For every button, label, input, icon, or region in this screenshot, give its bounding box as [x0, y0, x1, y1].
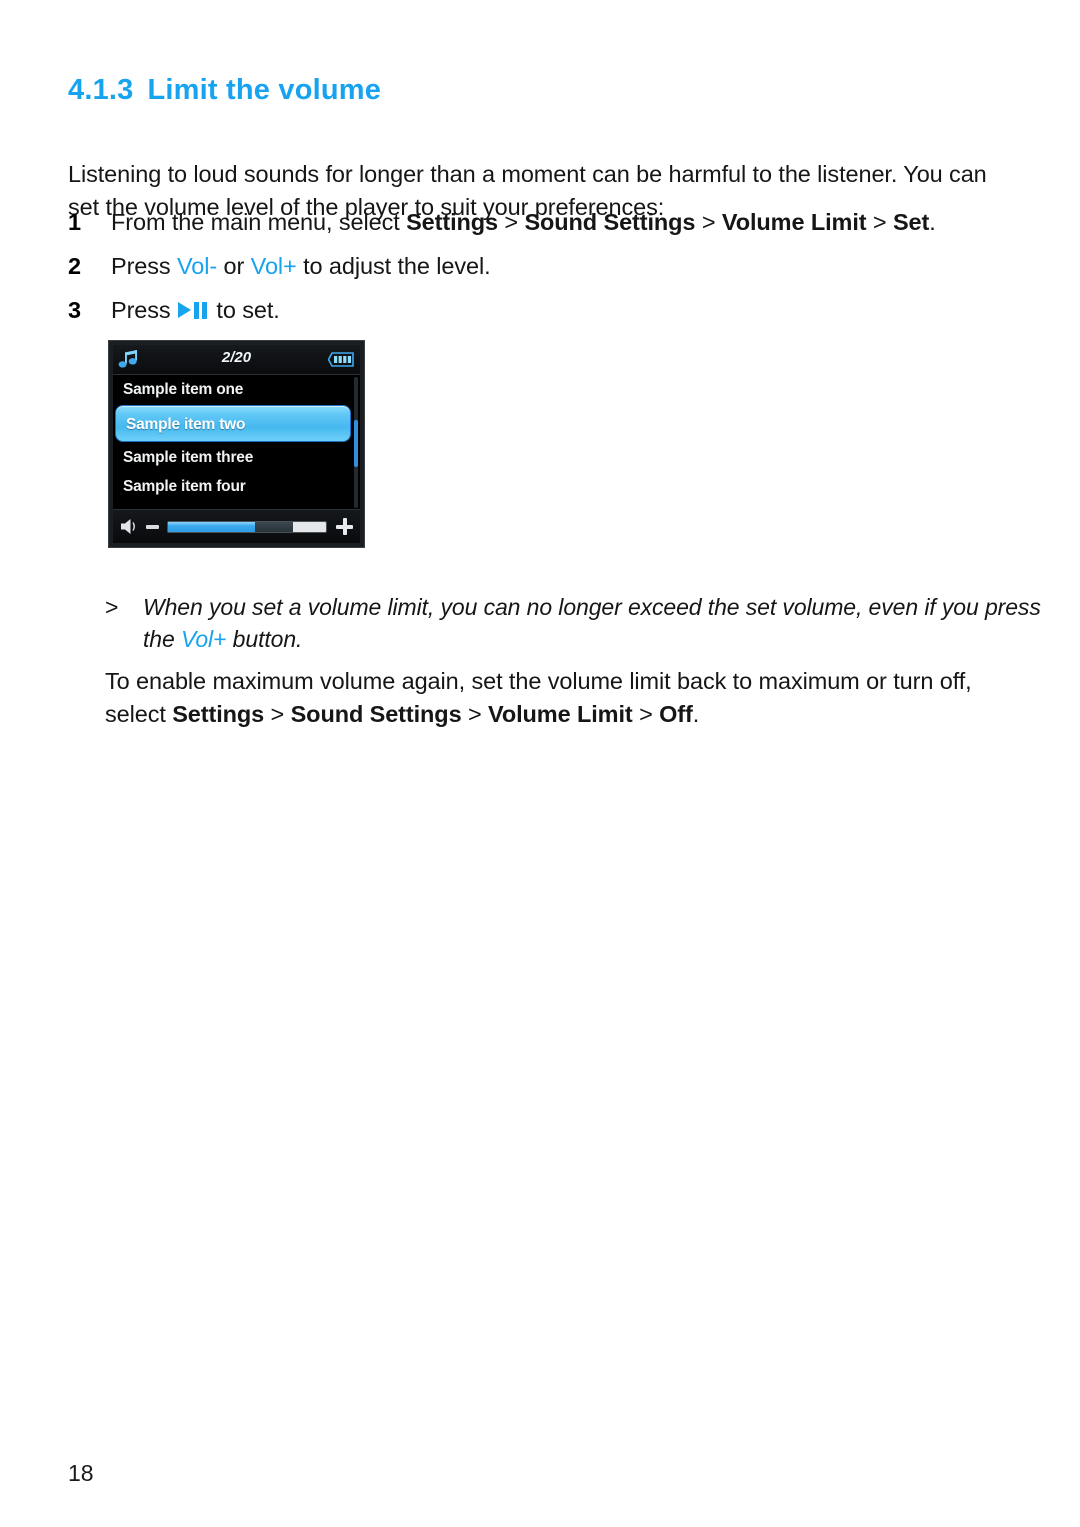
note-vol-plus-key: Vol+ [180, 626, 227, 652]
scrollbar-thumb[interactable] [354, 420, 358, 468]
step-1-bold-volume-limit: Volume Limit [721, 209, 867, 235]
play-pause-icon [178, 301, 208, 320]
list-item[interactable]: Sample item three [113, 443, 360, 472]
closing-sep-2: > [461, 700, 489, 727]
note-text-after: button. [226, 626, 303, 652]
plus-icon[interactable] [336, 518, 353, 535]
speaker-icon [121, 519, 135, 534]
step-item-3: 3 Press to set. [68, 294, 1008, 338]
step-number-3: 3 [68, 297, 81, 323]
step-1-sep-1: > [497, 209, 525, 235]
step-1-text-prefix: From the main menu, select [111, 209, 407, 235]
device-screenshot-figure: 2/20 Sample item one Sample item two Sam… [108, 340, 365, 548]
closing-sep-1: > [264, 700, 291, 727]
volume-track[interactable] [167, 521, 327, 533]
heading-section-number: 4.1.3 [68, 74, 134, 106]
document-page: 4.1.3 Limit the volume Listening to loud … [0, 0, 1080, 1527]
step-2-text-prefix: Press [111, 253, 177, 279]
track-position-indicator: 2/20 [221, 349, 252, 366]
list-item-selected[interactable]: Sample item two [115, 405, 351, 442]
battery-full-icon [328, 352, 354, 367]
step-3-suffix: to set. [210, 297, 280, 323]
page-number: 18 [68, 1460, 94, 1486]
closing-sep-3: > [632, 700, 660, 727]
vol-plus-key-label: Vol+ [250, 253, 297, 279]
note-marker: > [105, 594, 119, 620]
note-block: > When you set a volume limit, you can no… [105, 591, 1043, 655]
list-scrollbar[interactable] [354, 377, 358, 508]
step-1-suffix: . [929, 209, 936, 235]
closing-paragraph: To enable maximum volume again, set the … [105, 665, 1010, 731]
device-status-bar: 2/20 [113, 345, 360, 375]
volume-limit-region [254, 522, 293, 532]
device-screen: 2/20 Sample item one Sample item two Sam… [113, 345, 360, 543]
device-menu-list: Sample item one Sample item two Sample i… [113, 375, 360, 510]
step-item-2: 2 Press Vol- or Vol+ to adjust the level. [68, 250, 1008, 294]
list-item[interactable]: Sample item one [113, 375, 360, 404]
step-1-bold-set: Set [892, 209, 930, 235]
device-volume-bar [113, 509, 360, 543]
step-number-2: 2 [68, 253, 81, 279]
heading-title: Limit the volume [147, 74, 382, 106]
step-number-1: 1 [68, 209, 81, 235]
minus-icon[interactable] [146, 525, 159, 529]
closing-suffix: . [692, 700, 700, 727]
closing-bold-sound-settings: Sound Settings [290, 700, 462, 727]
step-1-sep-2: > [695, 209, 722, 235]
list-item[interactable]: Sample item four [113, 472, 360, 501]
step-2-middle: or [217, 253, 251, 279]
vol-minus-key-label: Vol- [177, 253, 218, 279]
closing-bold-off: Off [659, 700, 693, 727]
closing-bold-volume-limit: Volume Limit [488, 700, 633, 727]
volume-level-fill [168, 522, 255, 532]
step-1-bold-settings: Settings [406, 209, 498, 235]
step-1-sep-3: > [866, 209, 893, 235]
closing-bold-settings: Settings [172, 700, 265, 727]
step-3-text-prefix: Press [111, 297, 177, 323]
step-2-suffix: to adjust the level. [296, 253, 491, 279]
step-item-1: 1 From the main menu, select Settings > S… [68, 206, 1008, 250]
step-1-bold-sound-settings: Sound Settings [524, 209, 696, 235]
numbered-step-list: 1 From the main menu, select Settings > S… [68, 206, 1008, 338]
page-heading: 4.1.3 Limit the volume [68, 74, 381, 107]
